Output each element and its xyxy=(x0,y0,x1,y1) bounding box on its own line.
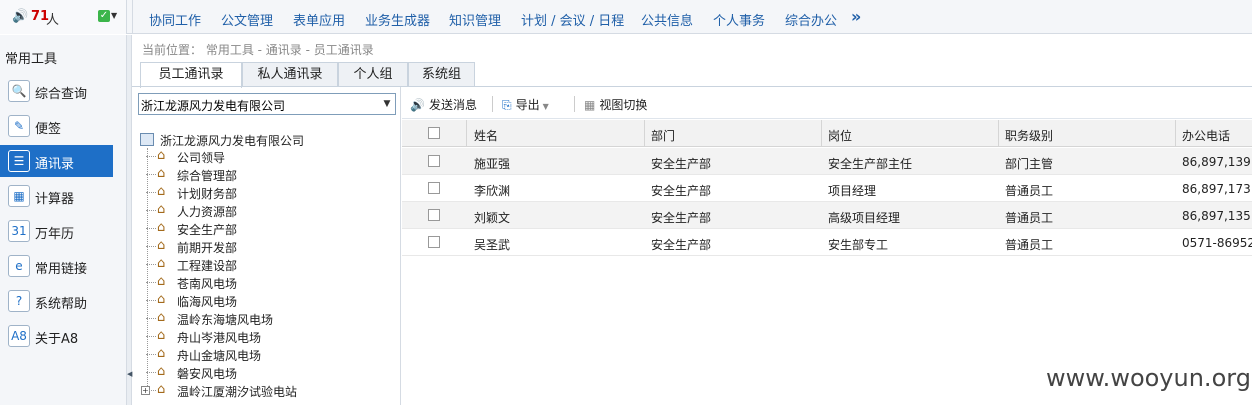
nav-item[interactable]: 业务生成器 xyxy=(365,10,430,29)
sidebar-item-note[interactable]: ✎ 便签 xyxy=(0,110,113,142)
row-checkbox[interactable] xyxy=(428,236,440,248)
nav-item[interactable]: 公文管理 xyxy=(221,10,273,29)
chevron-down-icon: ▼ xyxy=(542,102,549,111)
sidebar-item-label: 计算器 xyxy=(35,192,75,207)
sidebar-item-about[interactable]: A8 关于A8 xyxy=(0,320,113,352)
column-header[interactable]: 部门 xyxy=(651,127,675,144)
sidebar-item-help[interactable]: ? 系统帮助 xyxy=(0,285,113,317)
sidebar-item-links[interactable]: e 常用链接 xyxy=(0,250,113,282)
house-icon: ⌂ xyxy=(157,364,166,379)
org-select[interactable]: 浙江龙源风力发电有限公司 ▼ xyxy=(138,93,396,115)
house-icon: ⌂ xyxy=(157,166,166,181)
send-message-button[interactable]: 🔊 发送消息 xyxy=(410,96,477,113)
export-button[interactable]: ⎘ 导出 ▼ xyxy=(502,96,549,113)
house-icon: ⌂ xyxy=(157,292,166,307)
top-bar: 🔊 71 人 ✓ ▼ 协同工作 公文管理 表单应用 业务生成器 知识管理 计划 … xyxy=(0,0,1252,34)
address-book-icon: ☰ xyxy=(8,150,30,172)
toolbar-separator xyxy=(492,96,493,112)
speaker-icon: 🔊 xyxy=(410,98,425,112)
sidebar: 常用工具 🔍 综合查询 ✎ 便签 ☰ 通讯录 ▦ 计算器 31 万年历 e 常用… xyxy=(0,35,127,405)
column-header[interactable]: 办公电话 xyxy=(1182,127,1230,144)
view-switch-button[interactable]: ▦ 视图切换 xyxy=(584,96,647,113)
row-checkbox[interactable] xyxy=(428,209,440,221)
status-check-icon[interactable]: ✓ xyxy=(98,10,110,22)
breadcrumb: 当前位置： 常用工具 - 通讯录 - 员工通讯录 xyxy=(142,43,374,57)
speaker-icon: 🔊 xyxy=(12,9,29,24)
tab-system-group[interactable]: 系统组 xyxy=(408,62,475,87)
sidebar-item-label: 系统帮助 xyxy=(35,297,88,312)
row-checkbox[interactable] xyxy=(428,155,440,167)
tree-root-label: 浙江龙源风力发电有限公司 xyxy=(160,134,305,148)
sidebar-item-label: 常用链接 xyxy=(35,262,88,277)
watermark: www.wooyun.org xyxy=(1046,364,1251,392)
sidebar-item-calculator[interactable]: ▦ 计算器 xyxy=(0,180,113,212)
help-icon: ? xyxy=(8,290,30,312)
sidebar-item-search[interactable]: 🔍 综合查询 xyxy=(0,75,113,107)
table-row[interactable]: 吴圣武 安全生产部 安生部专工 普通员工 0571-869520 xyxy=(402,229,1252,256)
nav-more-icon[interactable]: » xyxy=(851,7,861,26)
link-icon: e xyxy=(8,255,30,277)
sidebar-item-label: 综合查询 xyxy=(35,87,88,102)
column-header[interactable]: 姓名 xyxy=(474,127,498,144)
house-icon: ⌂ xyxy=(157,346,166,361)
sidebar-item-calendar[interactable]: 31 万年历 xyxy=(0,215,113,247)
online-users[interactable]: 🔊 71 人 ✓ ▼ xyxy=(0,0,127,34)
nav-item[interactable]: 公共信息 xyxy=(641,10,693,29)
search-doc-icon: 🔍 xyxy=(8,80,30,102)
organization-icon xyxy=(140,133,154,146)
chevron-down-icon[interactable]: ▼ xyxy=(111,11,117,20)
tab-private-directory[interactable]: 私人通讯录 xyxy=(242,62,338,87)
select-all-checkbox[interactable] xyxy=(428,127,440,139)
sidebar-item-label: 关于A8 xyxy=(35,332,79,347)
nav-item[interactable]: 协同工作 xyxy=(149,10,201,29)
nav-item[interactable]: 个人事务 xyxy=(713,10,765,29)
house-icon: ⌂ xyxy=(157,202,166,217)
table-row[interactable]: 李欣渊 安全生产部 项目经理 普通员工 86,897,173 xyxy=(402,175,1252,202)
org-tree-panel: 浙江龙源风力发电有限公司 ▼ 浙江龙源风力发电有限公司 ⌂ 公司领导 ⌂ 综合管理部… xyxy=(132,87,401,405)
online-unit: 人 xyxy=(46,13,60,28)
house-icon: ⌂ xyxy=(157,382,166,397)
sidebar-item-label: 万年历 xyxy=(35,227,75,242)
sidebar-item-label: 便签 xyxy=(35,122,62,137)
table-header: 姓名 部门 岗位 职务级别 办公电话 xyxy=(402,120,1252,147)
house-icon: ⌂ xyxy=(157,148,166,163)
org-select-value: 浙江龙源风力发电有限公司 xyxy=(141,99,286,113)
calendar-icon: 31 xyxy=(8,220,30,242)
toolbar-separator xyxy=(574,96,575,112)
grid-toolbar: 🔊 发送消息 ⎘ 导出 ▼ ▦ 视图切换 xyxy=(402,88,1252,119)
tab-employee-directory[interactable]: 员工通讯录 xyxy=(140,62,242,88)
column-header[interactable]: 岗位 xyxy=(828,127,852,144)
sidebar-title: 常用工具 xyxy=(5,52,58,67)
table-row[interactable]: 刘颖文 安全生产部 高级项目经理 普通员工 86,897,135 xyxy=(402,202,1252,229)
nav-item[interactable]: 知识管理 xyxy=(449,10,501,29)
note-icon: ✎ xyxy=(8,115,30,137)
nav-item[interactable]: 表单应用 xyxy=(293,10,345,29)
house-icon: ⌂ xyxy=(157,220,166,235)
view-grid-icon: ▦ xyxy=(584,98,596,112)
sidebar-item-label: 通讯录 xyxy=(35,157,75,172)
house-icon: ⌂ xyxy=(157,238,166,253)
main-nav: 协同工作 公文管理 表单应用 业务生成器 知识管理 计划 / 会议 / 日程 公… xyxy=(132,0,1252,34)
house-icon: ⌂ xyxy=(157,274,166,289)
house-icon: ⌂ xyxy=(157,310,166,325)
export-icon: ⎘ xyxy=(502,98,512,112)
calculator-icon: ▦ xyxy=(8,185,30,207)
house-icon: ⌂ xyxy=(157,256,166,271)
tree-line xyxy=(147,148,148,394)
house-icon: ⌂ xyxy=(157,328,166,343)
about-icon: A8 xyxy=(8,325,30,347)
table-row[interactable]: 施亚强 安全生产部 安全生产部主任 部门主管 86,897,139 xyxy=(402,148,1252,175)
column-header[interactable]: 职务级别 xyxy=(1005,127,1053,144)
sidebar-item-address-book[interactable]: ☰ 通讯录 xyxy=(0,145,113,177)
nav-item[interactable]: 计划 / 会议 / 日程 xyxy=(521,10,624,29)
nav-item[interactable]: 综合办公 xyxy=(785,10,837,29)
house-icon: ⌂ xyxy=(157,184,166,199)
row-checkbox[interactable] xyxy=(428,182,440,194)
chevron-down-icon[interactable]: ▼ xyxy=(380,95,394,113)
tab-personal-group[interactable]: 个人组 xyxy=(338,62,408,87)
